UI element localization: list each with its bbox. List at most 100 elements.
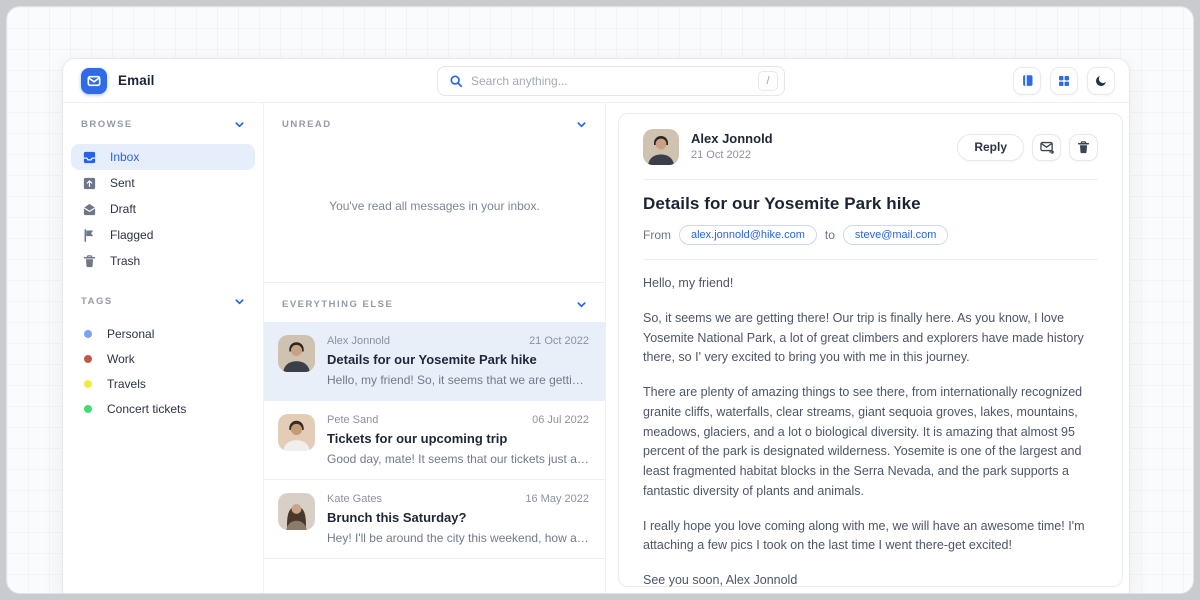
email-sender: Kate Gates — [327, 493, 382, 505]
header-actions — [1013, 67, 1115, 95]
browse-label: BROWSE — [81, 119, 133, 130]
app-title: Email — [118, 73, 155, 88]
trash-icon — [1076, 140, 1091, 155]
avatar — [278, 493, 315, 530]
detail-sender-info: Alex Jonnold 21 Oct 2022 — [691, 131, 773, 163]
sidebar-item-label: Flagged — [110, 228, 153, 242]
everything-else-label: EVERYTHING ELSE — [282, 299, 393, 310]
email-date: 06 Jul 2022 — [532, 414, 589, 426]
notebook-button[interactable] — [1013, 67, 1041, 95]
search-input[interactable] — [471, 74, 750, 88]
moon-icon — [1094, 74, 1108, 88]
to-label: to — [825, 228, 835, 242]
email-list-item-kate[interactable]: Kate Gates 16 May 2022 Brunch this Satur… — [264, 480, 605, 559]
email-detail-panel: Alex Jonnold 21 Oct 2022 Reply — [606, 103, 1129, 594]
tags-list: Personal Work Travels Concert tickets — [63, 321, 263, 421]
from-to-row: From alex.jonnold@hike.com to steve@mail… — [643, 225, 1098, 245]
tag-color-dot — [84, 330, 92, 338]
email-preview: Hey! I'll be around the city this weeken… — [327, 531, 589, 545]
sidebar-item-flagged[interactable]: Flagged — [71, 222, 255, 248]
email-date: 16 May 2022 — [525, 493, 589, 505]
from-label: From — [643, 228, 671, 242]
sidebar-item-sent[interactable]: Sent — [71, 170, 255, 196]
message-list-panel: UNREAD You've read all messages in your … — [264, 103, 606, 594]
tag-label: Concert tickets — [107, 402, 186, 416]
delete-button[interactable] — [1069, 134, 1098, 161]
email-subject: Brunch this Saturday? — [327, 510, 589, 525]
chevron-down-icon[interactable] — [576, 119, 587, 130]
search-bar[interactable]: / — [437, 66, 785, 96]
email-list: Alex Jonnold 21 Oct 2022 Details for our… — [264, 322, 605, 559]
sidebar-item-draft[interactable]: Draft — [71, 196, 255, 222]
email-summary: Alex Jonnold 21 Oct 2022 Details for our… — [327, 335, 589, 387]
email-detail-card: Alex Jonnold 21 Oct 2022 Reply — [618, 113, 1123, 587]
notebook-icon — [1020, 73, 1035, 88]
from-email-chip[interactable]: alex.jonnold@hike.com — [679, 225, 817, 245]
email-list-item-alex[interactable]: Alex Jonnold 21 Oct 2022 Details for our… — [264, 322, 605, 401]
avatar — [278, 335, 315, 372]
email-app-window: Email / — [63, 59, 1129, 594]
sidebar-item-inbox[interactable]: Inbox — [71, 144, 255, 170]
chevron-down-icon[interactable] — [576, 299, 587, 310]
email-preview: Good day, mate! It seems that our ticket… — [327, 452, 589, 466]
body-paragraph: So, it seems we are getting there! Our t… — [643, 309, 1098, 368]
email-list-item-pete[interactable]: Pete Sand 06 Jul 2022 Tickets for our up… — [264, 401, 605, 480]
detail-date: 21 Oct 2022 — [691, 149, 773, 163]
sidebar: BROWSE Inbox — [63, 103, 264, 594]
chevron-down-icon[interactable] — [234, 119, 245, 130]
reply-button[interactable]: Reply — [957, 134, 1024, 161]
email-logo-icon — [81, 68, 107, 94]
email-subject: Tickets for our upcoming trip — [327, 431, 589, 446]
email-date: 21 Oct 2022 — [529, 335, 589, 347]
search-icon — [449, 74, 463, 88]
tag-item-travels[interactable]: Travels — [71, 371, 255, 396]
browse-section-header: BROWSE — [63, 119, 263, 130]
unread-section-header: UNREAD — [264, 103, 605, 130]
browse-list: Inbox Sent Draft — [63, 144, 263, 274]
app-content: BROWSE Inbox — [63, 103, 1129, 594]
unread-empty-state: You've read all messages in your inbox. — [264, 130, 605, 282]
apps-grid-button[interactable] — [1050, 67, 1078, 95]
to-email-chip[interactable]: steve@mail.com — [843, 225, 948, 245]
body-paragraph: I really hope you love coming along with… — [643, 517, 1098, 557]
tag-item-personal[interactable]: Personal — [71, 321, 255, 346]
email-summary: Kate Gates 16 May 2022 Brunch this Satur… — [327, 493, 589, 545]
sidebar-item-label: Draft — [110, 202, 136, 216]
inbox-icon — [81, 150, 97, 165]
forward-mail-button[interactable] — [1032, 134, 1061, 161]
mail-forward-icon — [1039, 139, 1055, 155]
tag-label: Travels — [107, 377, 146, 391]
tag-color-dot — [84, 380, 92, 388]
draft-icon — [81, 202, 97, 217]
tag-label: Work — [107, 352, 135, 366]
tags-section-header: TAGS — [63, 296, 263, 307]
email-preview: Hello, my friend! So, it seems that we a… — [327, 373, 589, 387]
tag-color-dot — [84, 355, 92, 363]
avatar — [643, 129, 679, 165]
chevron-down-icon[interactable] — [234, 296, 245, 307]
email-sender: Pete Sand — [327, 414, 378, 426]
sidebar-item-label: Inbox — [110, 150, 139, 164]
sidebar-item-label: Sent — [110, 176, 135, 190]
unread-label: UNREAD — [282, 119, 332, 130]
everything-else-section-header: EVERYTHING ELSE — [264, 282, 605, 310]
desktop-background: Email / — [6, 6, 1194, 594]
tag-item-concert-tickets[interactable]: Concert tickets — [71, 396, 255, 421]
tags-label: TAGS — [81, 296, 113, 307]
trash-icon — [81, 254, 97, 269]
email-summary: Pete Sand 06 Jul 2022 Tickets for our up… — [327, 414, 589, 466]
search-shortcut-key: / — [758, 71, 778, 91]
detail-actions: Reply — [957, 134, 1098, 161]
tag-item-work[interactable]: Work — [71, 346, 255, 371]
dark-mode-button[interactable] — [1087, 67, 1115, 95]
detail-sender-name: Alex Jonnold — [691, 131, 773, 147]
avatar — [278, 414, 315, 451]
sidebar-item-trash[interactable]: Trash — [71, 248, 255, 274]
email-subject: Details for our Yosemite Park hike — [327, 352, 589, 367]
detail-subject: Details for our Yosemite Park hike — [643, 194, 1098, 214]
body-paragraph: See you soon, Alex Jonnold — [643, 571, 1098, 591]
app-header: Email / — [63, 59, 1129, 103]
tag-color-dot — [84, 405, 92, 413]
tag-label: Personal — [107, 327, 154, 341]
grid-icon — [1057, 74, 1071, 88]
